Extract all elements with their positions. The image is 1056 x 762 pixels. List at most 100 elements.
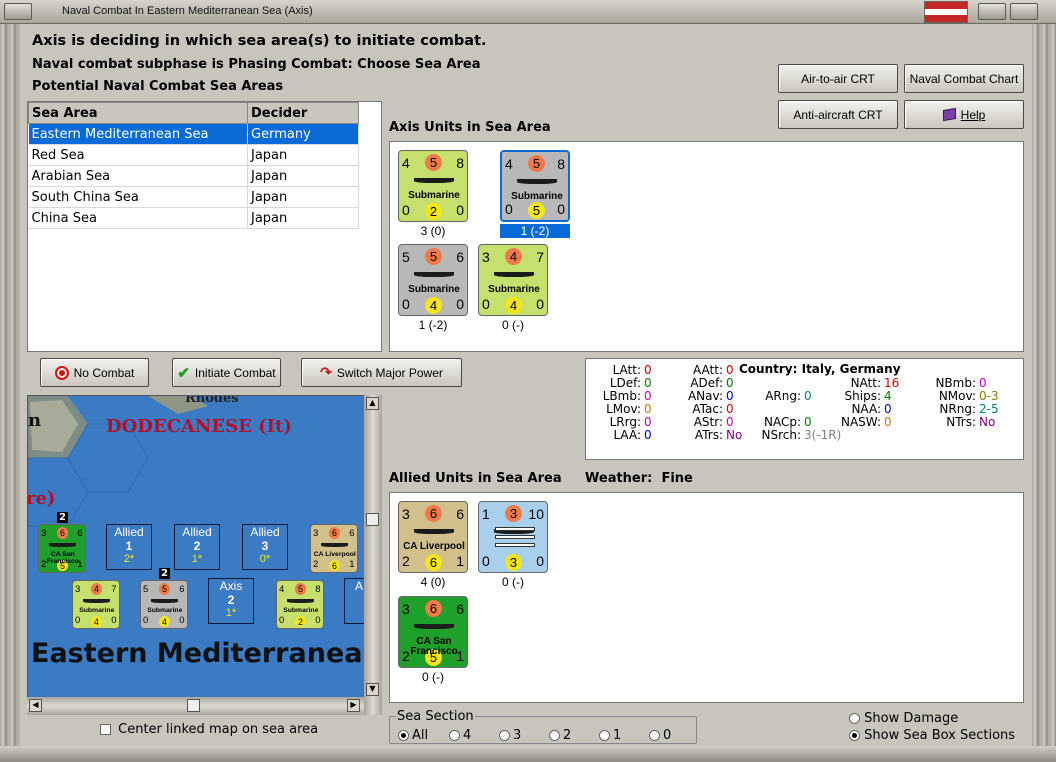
sea-area-cell: China Sea [28,207,248,229]
unit-counter[interactable]: 4 5 8 0 5 0 Submarine [500,150,570,222]
sea-area-row[interactable]: Eastern Mediterranean Sea Germany [28,123,359,145]
unit-counter[interactable]: 3 6 6 2 5 1 CA San Francisco [38,524,86,573]
axis-sea-box-2[interactable]: Axis 2 1* [208,578,254,624]
unit-aa-value: 0 [505,201,513,217]
decider-cell: Japan [247,144,359,166]
unit-counter[interactable]: 3 6 6 2 5 1 CA San Francisco [398,596,468,668]
sea-area-row[interactable]: Arabian Sea Japan [28,165,359,187]
unit-defense-value: 6 [456,506,464,522]
checkmark-icon: ✔ [177,364,190,382]
allied-sea-box-1[interactable]: Allied 1 2* [106,524,152,570]
no-combat-button[interactable]: No Combat [40,358,149,387]
unit-counter[interactable]: 3 4 7 0 4 0 Submarine [478,244,548,316]
sea-section-radio-0[interactable]: 0 [649,728,671,743]
ship-silhouette-icon [494,272,534,277]
naval-combat-chart-button[interactable]: Naval Combat Chart [904,64,1024,93]
unit-move-value: 2 [425,203,442,220]
sea-area-row[interactable]: China Sea Japan [28,207,359,229]
unit-counter[interactable]: 4 5 8 0 2 0 Submarine [276,580,324,629]
unit-move-value: 2 [294,615,307,628]
allied-sea-box-2[interactable]: Allied 2 1* [174,524,220,570]
unit-attack-value: 3 [41,527,47,539]
unit-counter[interactable]: 3 6 6 2 6 1 CA Liverpool [398,501,468,573]
allied-sea-box-3[interactable]: Allied 3 0* [242,524,288,570]
map-label-partial-re: re) [27,488,56,509]
initiate-combat-button[interactable]: ✔ Initiate Combat [172,358,281,387]
unit-counter[interactable]: 5 5 6 0 4 0 Submarine [398,244,468,316]
scroll-left-icon[interactable]: ◀ [29,699,42,712]
scroll-down-icon[interactable]: ▼ [366,683,379,696]
anti-aircraft-crt-button[interactable]: Anti-aircraft CRT [778,100,898,129]
unit-range-value: 0 [557,201,565,217]
unit-range-value: 0 [536,296,544,312]
column-header-sea-area[interactable]: Sea Area [28,102,248,124]
unit-counter[interactable]: 3 4 7 0 4 0 Submarine [72,580,120,629]
unit-strength-caption: 3 (0) [420,224,446,238]
vertical-scroll-thumb[interactable] [366,513,379,526]
ship-silhouette-icon [83,599,111,603]
center-linked-map-checkbox[interactable]: Center linked map on sea area [100,722,318,737]
air-to-air-crt-button[interactable]: Air-to-air CRT [778,64,898,93]
sea-area-row[interactable]: Red Sea Japan [28,144,359,166]
unit-strength-caption: 0 (-) [502,318,524,332]
sea-area-table[interactable]: Sea Area Decider Eastern Mediterranean S… [27,101,382,352]
show-sea-box-sections-radio[interactable]: Show Sea Box Sections [849,728,1015,743]
title-bar[interactable]: Naval Combat In Eastern Mediterranean Se… [0,0,1056,24]
maximize-button[interactable] [1010,3,1038,20]
unit-attack-value: 1 [482,506,490,522]
sea-area-cell: South China Sea [28,186,248,208]
unit-move-value: 5 [528,202,545,219]
stat-ships: Ships: 4 [844,389,892,403]
decider-cell: Japan [247,165,359,187]
sea-section-radio-4[interactable]: 4 [449,728,471,743]
unit-type-label: Submarine [488,284,540,295]
stat-lrrg: LRrg: 0 [609,415,652,429]
unit-counter[interactable]: 5 5 6 0 4 0 Submarine [140,580,188,629]
map-horizontal-scrollbar[interactable]: ◀ ▶ [27,697,364,715]
stat-laa: LAA: 0 [613,428,652,442]
map-vertical-scrollbar[interactable]: ▲ ▼ [364,395,382,715]
allied-units-panel[interactable]: 3 6 6 2 6 1 CA Liverpool 4 (0) 1 3 10 0 3 0 0 (-) 3 6 6 2 5… [389,492,1024,703]
ship-silhouette-icon [414,624,454,629]
column-header-decider[interactable]: Decider [247,102,359,124]
sea-section-radio-2[interactable]: 2 [549,728,571,743]
unit-attack-value: 3 [402,506,410,522]
sea-section-radio-3[interactable]: 3 [499,728,521,743]
axis-units-panel[interactable]: 4 5 8 0 2 0 Submarine 3 (0) 4 5 8 0 5 0 Submarine 1 (-2… [389,141,1024,352]
ship-silhouette-icon [414,178,454,183]
unit-range-value: 0 [456,296,464,312]
unit-counter[interactable]: 1 3 10 0 3 0 [478,501,548,573]
switch-major-power-button[interactable]: ↷ Switch Major Power [301,358,462,387]
country-label: Country: Italy, Germany [739,362,901,376]
unit-defense-value: 6 [179,583,185,595]
help-button[interactable]: Help [904,100,1024,129]
stat-nbmb: NBmb: 0 [935,376,987,390]
linked-map-view[interactable]: Rhodes DODECANESE (It) n re) Eastern Med… [27,395,382,715]
unit-aa-value: 2 [313,558,319,570]
unit-strength-caption: 1 (-2) [418,318,448,332]
horizontal-scroll-thumb[interactable] [187,699,200,712]
sea-section-radio-1[interactable]: 1 [599,728,621,743]
unit-attack-value: 4 [279,583,285,595]
unit-type-label: Submarine [147,607,183,615]
unit-attack-value: 3 [75,583,81,595]
show-damage-radio[interactable]: Show Damage [849,711,958,726]
sea-area-row[interactable]: South China Sea Japan [28,186,359,208]
fleet-ship-icon [495,535,535,539]
unit-counter[interactable]: 3 6 6 2 6 1 CA Liverpool [310,524,358,573]
system-menu-button[interactable] [4,3,32,20]
window-frame-bottom [0,746,1056,762]
stack-count-badge: 2 [159,568,170,579]
fleet-ship-icon [495,527,535,531]
checkbox-icon[interactable] [100,724,111,735]
unit-counter[interactable]: 4 5 8 0 2 0 Submarine [398,150,468,222]
scroll-up-icon[interactable]: ▲ [366,397,379,410]
sea-section-radio-all[interactable]: All [398,728,428,743]
unit-type-label: Submarine [283,607,319,615]
decider-cell: Japan [247,186,359,208]
scroll-right-icon[interactable]: ▶ [347,699,360,712]
minimize-button[interactable] [978,3,1006,20]
help-book-icon [942,107,956,122]
stat-ldef: LDef: 0 [609,376,652,390]
decider-cell: Germany [247,123,359,145]
